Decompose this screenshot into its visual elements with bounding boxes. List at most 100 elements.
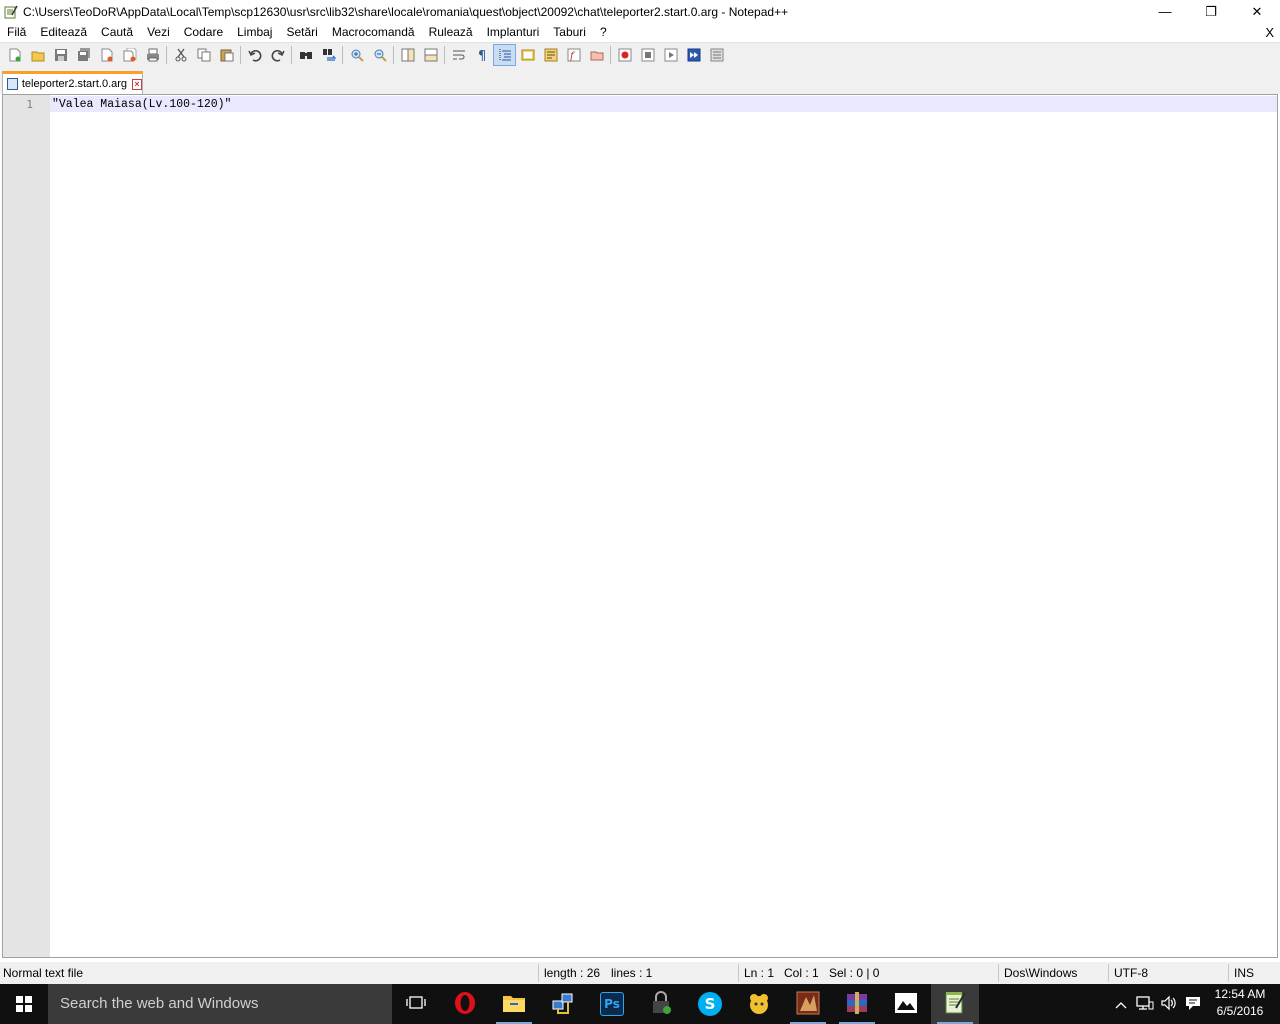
taskbar-network-app[interactable] (539, 984, 587, 1024)
menu-edit[interactable]: Editează (33, 23, 94, 42)
save-button[interactable] (49, 44, 72, 66)
close-window-button[interactable]: ✕ (1234, 0, 1280, 23)
opera-icon (453, 991, 477, 1018)
zoom-out-button[interactable] (368, 44, 391, 66)
paste-icon (220, 48, 234, 62)
save-macro-button[interactable] (705, 44, 728, 66)
taskbar-winrar[interactable] (833, 984, 881, 1024)
print-button[interactable] (141, 44, 164, 66)
sync-vertical-icon (401, 48, 415, 62)
copy-button[interactable] (192, 44, 215, 66)
menu-settings[interactable]: Setări (279, 23, 324, 42)
close-all-button[interactable] (118, 44, 141, 66)
close-button[interactable] (95, 44, 118, 66)
taskbar-skype[interactable]: S (686, 984, 734, 1024)
window-title: C:\Users\TeoDoR\AppData\Local\Temp\scp12… (23, 4, 789, 19)
tab-bar: teleporter2.start.0.arg × (0, 67, 1280, 94)
menu-search[interactable]: Caută (94, 23, 140, 42)
zoom-in-button[interactable] (345, 44, 368, 66)
windows-taskbar: Search the web and Windows Ps S 12:54 AM… (0, 984, 1280, 1024)
menu-view[interactable]: Vezi (140, 23, 177, 42)
line-number-gutter: 1 (3, 95, 50, 957)
save-all-button[interactable] (72, 44, 95, 66)
undo-icon (247, 48, 262, 62)
show-hidden-icons-button[interactable] (1112, 984, 1130, 1024)
saved-file-icon (7, 78, 18, 90)
taskbar-lock-app[interactable] (637, 984, 685, 1024)
task-view-button[interactable] (392, 984, 440, 1024)
function-list-button[interactable]: f (562, 44, 585, 66)
menu-bar: Filă Editează Caută Vezi Codare Limbaj S… (0, 23, 1280, 42)
folder-workspace-button[interactable] (585, 44, 608, 66)
toolbar-separator (166, 46, 167, 64)
indent-guide-button[interactable] (493, 44, 516, 66)
cut-button[interactable] (169, 44, 192, 66)
taskbar-file-explorer[interactable] (490, 984, 538, 1024)
show-all-chars-button[interactable]: ¶ (470, 44, 493, 66)
status-encoding[interactable]: UTF-8 (1114, 962, 1148, 984)
replace-button[interactable] (317, 44, 340, 66)
status-divider (538, 964, 539, 982)
paste-button[interactable] (215, 44, 238, 66)
menu-plugins[interactable]: Implanturi (480, 23, 547, 42)
play-macro-button[interactable] (659, 44, 682, 66)
menu-file[interactable]: Filă (0, 23, 33, 42)
doc-map-icon (544, 48, 558, 62)
indent-guide-icon (498, 48, 512, 62)
status-eol-format[interactable]: Dos\Windows (1004, 962, 1077, 984)
menu-macro[interactable]: Macrocomandă (325, 23, 422, 42)
status-divider (738, 964, 739, 982)
taskbar-clock[interactable]: 12:54 AM 6/5/2016 (1210, 986, 1270, 1020)
network-icon (1136, 995, 1154, 1014)
taskbar-notepad-plus-plus[interactable] (931, 984, 979, 1024)
volume-tray-button[interactable] (1158, 984, 1180, 1024)
minimize-button[interactable]: — (1142, 0, 1188, 23)
restore-button[interactable]: ❐ (1188, 0, 1234, 23)
sync-vertical-button[interactable] (396, 44, 419, 66)
title-bar: C:\Users\TeoDoR\AppData\Local\Temp\scp12… (0, 0, 1280, 23)
taskbar-photoshop[interactable]: Ps (588, 984, 636, 1024)
doc-map-button[interactable] (539, 44, 562, 66)
open-file-button[interactable] (26, 44, 49, 66)
status-lines: lines : 1 (611, 966, 653, 980)
redo-button[interactable] (266, 44, 289, 66)
record-icon (618, 48, 632, 62)
menu-window[interactable]: Taburi (546, 23, 593, 42)
start-button[interactable] (0, 984, 48, 1024)
undo-button[interactable] (243, 44, 266, 66)
action-center-button[interactable] (1182, 984, 1204, 1024)
tab-teleporter2-start-0-arg[interactable]: teleporter2.start.0.arg × (2, 71, 143, 94)
close-icon (100, 48, 114, 62)
menu-help[interactable]: ? (593, 23, 614, 42)
sync-horizontal-button[interactable] (419, 44, 442, 66)
line-number: 1 (26, 98, 33, 111)
record-macro-button[interactable] (613, 44, 636, 66)
taskbar-opera[interactable] (441, 984, 489, 1024)
editor-area[interactable]: 1 "Valea Maiasa(Lv.100-120)" (2, 94, 1278, 958)
close-all-icon (123, 47, 137, 62)
taskbar-game-app[interactable] (784, 984, 832, 1024)
word-wrap-button[interactable] (447, 44, 470, 66)
taskbar-photos[interactable] (882, 984, 930, 1024)
menu-run[interactable]: Rulează (422, 23, 480, 42)
toolbar-separator (610, 46, 611, 64)
clock-time: 12:54 AM (1214, 987, 1266, 1001)
folder-icon (590, 48, 604, 62)
stop-macro-button[interactable] (636, 44, 659, 66)
new-file-button[interactable] (3, 44, 26, 66)
udl-button[interactable] (516, 44, 539, 66)
close-document-button[interactable]: X (1265, 23, 1274, 42)
menu-language[interactable]: Limbaj (230, 23, 279, 42)
menu-encoding[interactable]: Codare (177, 23, 230, 42)
windows-logo-icon (16, 996, 32, 1012)
tab-close-button[interactable]: × (132, 78, 142, 90)
status-selection: Sel : 0 | 0 (829, 966, 880, 980)
find-button[interactable] (294, 44, 317, 66)
network-tray-button[interactable] (1134, 984, 1156, 1024)
taskbar-pac-app[interactable] (735, 984, 783, 1024)
taskbar-search-box[interactable]: Search the web and Windows (48, 984, 392, 1024)
pilcrow-icon: ¶ (475, 48, 489, 64)
status-insert-mode[interactable]: INS (1234, 962, 1254, 984)
editor-text[interactable]: "Valea Maiasa(Lv.100-120)" (52, 98, 231, 111)
run-macro-multiple-button[interactable] (682, 44, 705, 66)
